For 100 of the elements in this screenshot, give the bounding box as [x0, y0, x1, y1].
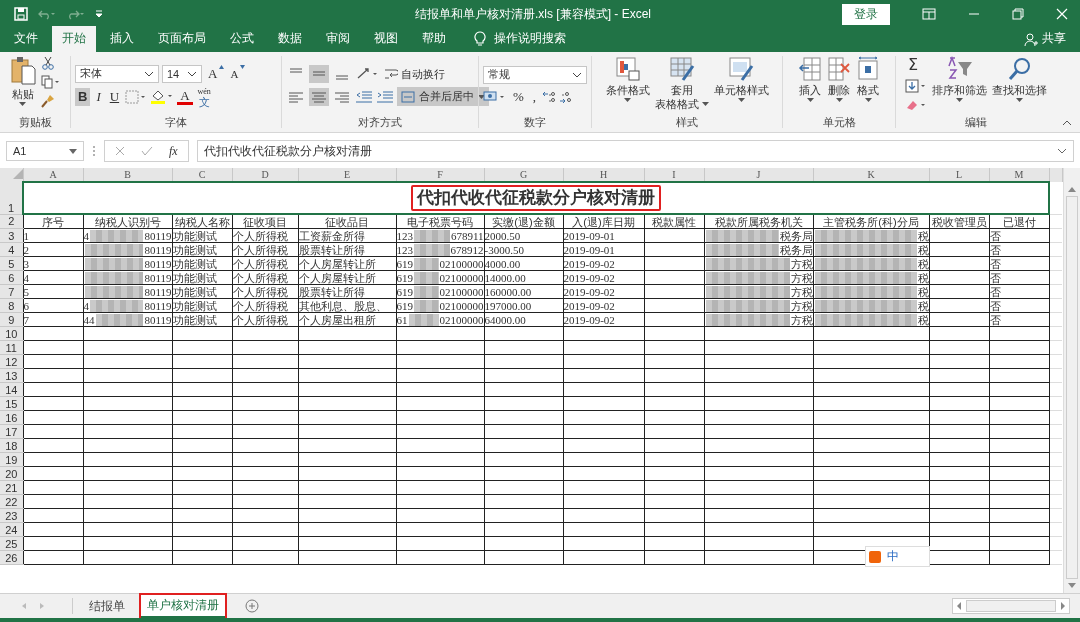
paste-button[interactable]: 粘贴	[11, 88, 34, 100]
formula-input[interactable]: 代扣代收代征税款分户核对清册	[196, 140, 1074, 162]
conditional-formatting-button[interactable]: 条件格式	[605, 84, 650, 96]
column-header[interactable]: F	[396, 168, 484, 182]
wrap-text-icon[interactable]	[384, 67, 398, 81]
caret-icon[interactable]	[69, 148, 77, 154]
row-header[interactable]: 1	[0, 182, 23, 214]
column-header[interactable]: K	[813, 168, 929, 182]
format-cells-button[interactable]: 格式	[857, 84, 879, 96]
fill-color-icon[interactable]	[150, 88, 175, 105]
clipboard-icon[interactable]	[9, 56, 36, 86]
ribbon-tab[interactable]: 审阅	[316, 26, 360, 52]
number-format-field[interactable]: 常规	[483, 65, 587, 84]
ribbon-tab[interactable]: 页面布局	[148, 26, 216, 52]
chevron-icon[interactable]	[144, 70, 154, 77]
bold-button[interactable]: B	[75, 87, 91, 106]
chevron-icon[interactable]	[187, 70, 197, 77]
italic-button[interactable]: I	[93, 87, 104, 106]
ribbon-display-icon[interactable]	[922, 8, 936, 20]
decrease-decimal-icon[interactable]	[559, 89, 574, 104]
find-select-button[interactable]: 查找和选择	[992, 84, 1047, 96]
scroll-left-icon[interactable]	[956, 602, 962, 610]
delete-cells-icon[interactable]	[827, 56, 851, 82]
tell-me-search[interactable]: 操作说明搜索	[494, 30, 566, 52]
format-as-table-label[interactable]: 表格格式	[654, 98, 699, 110]
cell-styles-icon[interactable]	[728, 56, 754, 82]
caret-icon[interactable]	[737, 98, 745, 102]
column-header[interactable]: M	[989, 168, 1049, 182]
fill-down-icon[interactable]	[905, 79, 927, 93]
column-header[interactable]: J	[704, 168, 813, 182]
ribbon-tab[interactable]: 公式	[220, 26, 264, 52]
format-cells-icon[interactable]	[856, 56, 880, 82]
column-header[interactable]: H	[563, 168, 644, 182]
share-label[interactable]: 共享	[1038, 30, 1070, 52]
decrease-font-size-button[interactable]: A	[227, 64, 242, 83]
person-icon[interactable]	[1024, 33, 1038, 47]
increase-font-size-button[interactable]: A	[205, 64, 221, 83]
scissors-icon[interactable]	[40, 56, 55, 70]
font-name-field[interactable]: 宋体	[75, 64, 159, 83]
sign-in-button[interactable]: 登录	[842, 3, 890, 25]
column-header[interactable]: D	[232, 168, 298, 182]
name-box[interactable]: A1	[6, 141, 84, 161]
underline-button[interactable]: U	[106, 87, 123, 106]
align-center-icon[interactable]	[309, 87, 329, 106]
add-sheet-icon[interactable]	[245, 599, 259, 613]
caret-icon[interactable]	[806, 98, 814, 102]
ime-toolbar[interactable]: 中	[865, 546, 930, 567]
font-size-field[interactable]: 14	[162, 64, 202, 83]
comma-button[interactable]: ,	[529, 87, 540, 106]
caret-icon[interactable]	[835, 98, 843, 102]
column-header[interactable]: I	[644, 168, 704, 182]
caret-icon[interactable]	[956, 98, 963, 102]
font-color-button[interactable]: A	[177, 88, 193, 105]
insert-cells-icon[interactable]	[798, 56, 822, 82]
column-header[interactable]: G	[484, 168, 563, 182]
increase-decimal-icon[interactable]	[542, 89, 557, 104]
vertical-scrollbar[interactable]	[1062, 168, 1080, 593]
merge-center-label[interactable]: 合并后居中	[419, 89, 474, 104]
ribbon-tab[interactable]: 插入	[100, 26, 144, 52]
ribbon-tab[interactable]: 视图	[364, 26, 408, 52]
ribbon-tab[interactable]: 数据	[268, 26, 312, 52]
caret-icon[interactable]	[19, 102, 26, 106]
delete-cells-button[interactable]: 删除	[828, 84, 850, 96]
column-header[interactable]: B	[83, 168, 172, 182]
caret-icon[interactable]	[624, 98, 631, 102]
merge-cells-icon[interactable]	[401, 90, 415, 103]
column-header[interactable]: A	[23, 168, 83, 182]
collapse-ribbon-icon[interactable]	[1062, 120, 1072, 126]
caret-icon[interactable]	[864, 98, 872, 102]
chevron-icon[interactable]	[1057, 148, 1067, 154]
check-icon[interactable]	[141, 146, 153, 156]
scroll-up-icon[interactable]	[1067, 186, 1076, 192]
format-as-table-button[interactable]: 套用	[670, 84, 693, 96]
column-header[interactable]: L	[929, 168, 989, 182]
currency-icon[interactable]	[483, 89, 507, 104]
title-cell[interactable]: 代扣代收代征税款分户核对清册	[23, 182, 1049, 214]
percent-button[interactable]: %	[510, 87, 527, 106]
eraser-icon[interactable]	[905, 98, 927, 112]
sort-filter-icon[interactable]	[945, 56, 974, 82]
wrap-text-button[interactable]: 自动换行	[401, 66, 445, 82]
phonetic-button[interactable]: wén 文	[195, 86, 213, 107]
search-icon[interactable]	[1006, 56, 1033, 82]
sort-filter-button[interactable]: 排序和筛选	[932, 84, 987, 96]
sheet-tab[interactable]: 单户核对清册	[141, 594, 225, 618]
copy-icon[interactable]	[40, 75, 61, 89]
insert-cells-button[interactable]: 插入	[799, 84, 821, 96]
column-header[interactable]: E	[298, 168, 396, 182]
merge-center-control[interactable]: 合并后居中	[397, 87, 489, 106]
sheet-tab[interactable]: 结报单	[83, 595, 131, 617]
ribbon-tab[interactable]: 文件	[4, 26, 48, 52]
caret-icon[interactable]	[1016, 98, 1023, 102]
customize-caret-icon[interactable]	[94, 9, 104, 19]
ribbon-tab[interactable]: 帮助	[412, 26, 456, 52]
save-icon[interactable]	[14, 7, 28, 21]
ribbon-tab[interactable]: 开始	[52, 26, 96, 52]
chevron-icon[interactable]	[572, 71, 582, 78]
column-header[interactable]: C	[172, 168, 232, 182]
scroll-down-icon[interactable]	[1067, 583, 1076, 589]
insert-function-button[interactable]: fx	[169, 143, 178, 159]
format-as-table-icon[interactable]	[668, 56, 695, 82]
